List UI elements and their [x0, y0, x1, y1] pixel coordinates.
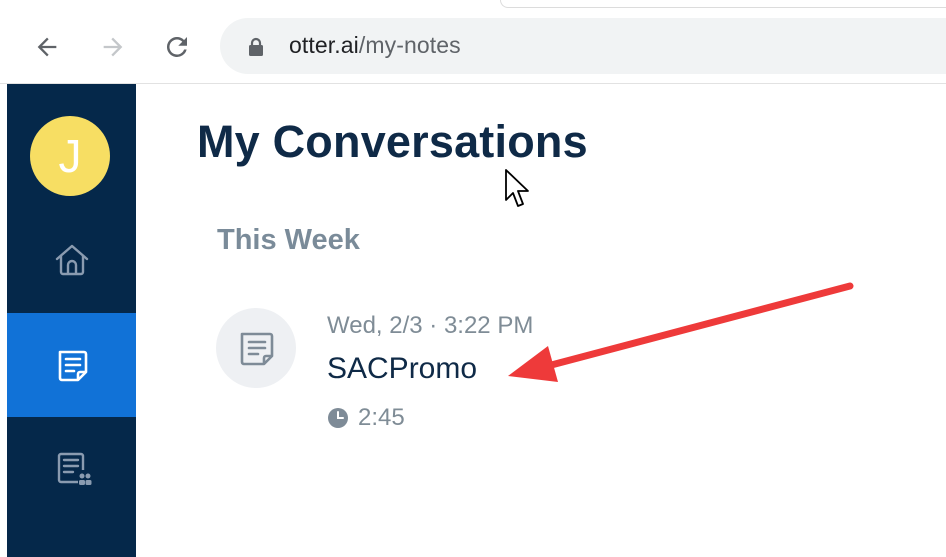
tab-strip-edge: [500, 0, 946, 8]
conversation-item[interactable]: Wed, 2/3 · 3:22 PM SACPromo 2:45: [216, 306, 636, 436]
duration-text: 2:45: [358, 404, 405, 431]
reload-icon: [166, 36, 187, 57]
url-text: otter.ai/my-notes: [289, 32, 461, 59]
url-path: /my-notes: [358, 32, 461, 58]
browser-toolbar: otter.ai/my-notes: [0, 0, 946, 84]
conversation-title[interactable]: SACPromo: [327, 352, 477, 386]
back-button[interactable]: [30, 30, 64, 64]
mouse-cursor-icon: [505, 169, 529, 207]
forward-button[interactable]: [96, 30, 130, 64]
home-icon: [55, 244, 88, 276]
avatar-initial: J: [58, 130, 82, 182]
conversation-duration: 2:45: [327, 404, 405, 432]
address-bar[interactable]: otter.ai/my-notes: [220, 18, 946, 74]
sidebar: J: [7, 84, 136, 557]
back-arrow-icon: [37, 37, 57, 57]
sidebar-item-shared-notes[interactable]: [7, 417, 136, 521]
clock-icon: [328, 408, 348, 428]
lock-icon: [249, 37, 263, 56]
main-content: My Conversations This Week Wed, 2/3 · 3:…: [136, 84, 946, 557]
shared-notes-icon: [57, 452, 91, 485]
forward-arrow-icon: [103, 37, 123, 57]
reload-button[interactable]: [160, 30, 194, 64]
sidebar-item-home[interactable]: [7, 208, 136, 312]
sidebar-item-my-notes[interactable]: [7, 313, 136, 417]
conversation-avatar: [216, 308, 296, 388]
section-label-this-week: This Week: [217, 224, 360, 256]
url-host: otter.ai: [289, 32, 359, 58]
avatar[interactable]: J: [30, 116, 110, 196]
conversation-date: Wed, 2/3 · 3:22 PM: [327, 312, 534, 339]
transcript-icon: [240, 332, 274, 366]
notes-icon: [58, 350, 87, 382]
page-title: My Conversations: [197, 116, 588, 167]
